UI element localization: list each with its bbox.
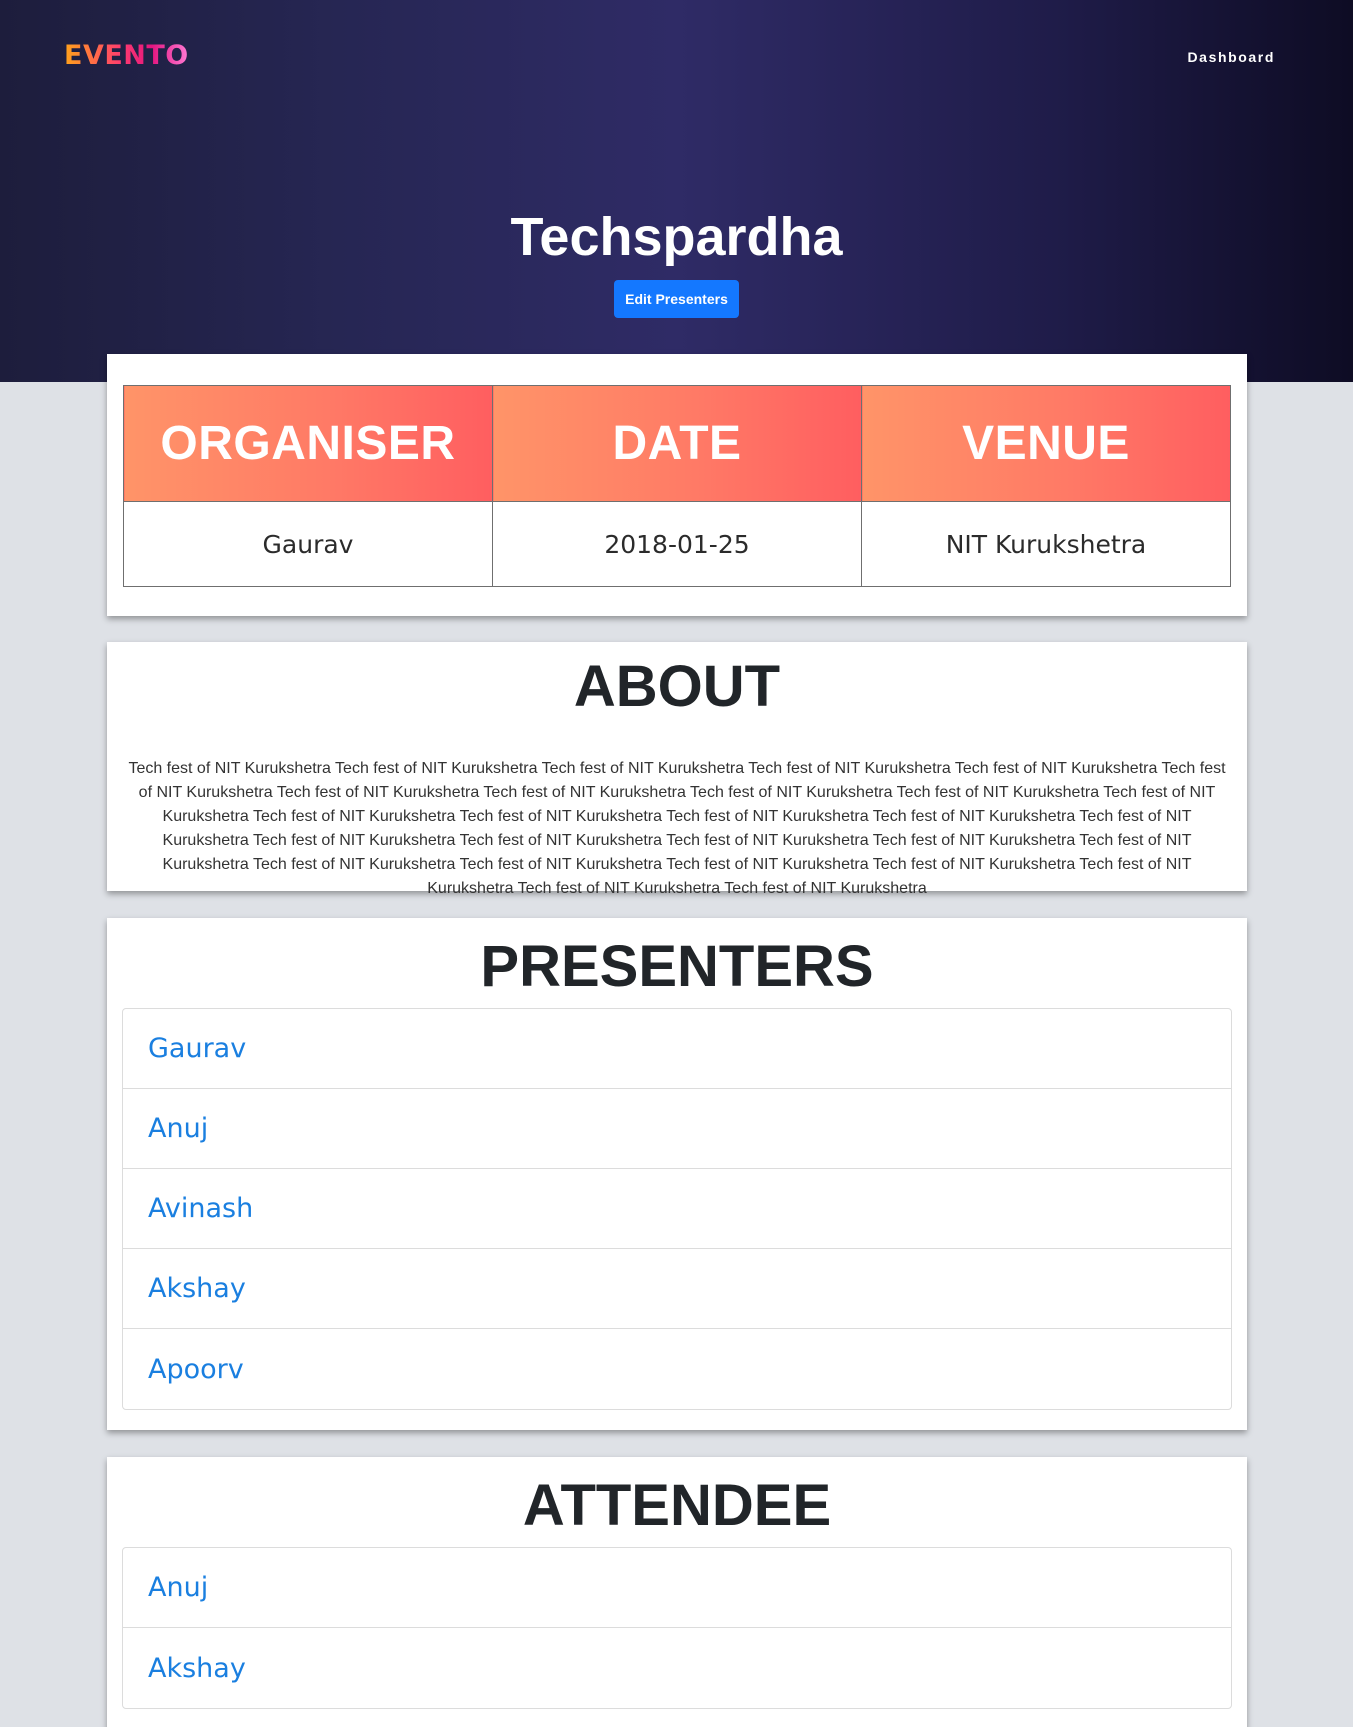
presenter-link[interactable]: Anuj xyxy=(148,1113,208,1144)
attendee-link[interactable]: Anuj xyxy=(148,1572,208,1603)
attendee-title: ATTENDEE xyxy=(522,1473,832,1538)
list-item: Anuj xyxy=(123,1548,1231,1628)
list-item: Akshay xyxy=(123,1628,1231,1708)
about-card: ABOUT Tech fest of NIT Kurukshetra Tech … xyxy=(107,642,1247,897)
hero-header: EVENTO Dashboard Techspardha Edit Presen… xyxy=(0,0,1353,382)
list-item: Akshay xyxy=(123,1249,1231,1329)
date-value: 2018-01-25 xyxy=(492,501,862,587)
list-item: Apoorv xyxy=(123,1329,1231,1409)
presenters-list: Gaurav Anuj Avinash Akshay Apoorv xyxy=(122,1008,1232,1410)
presenter-link[interactable]: Akshay xyxy=(148,1273,246,1304)
event-info-card: ORGANISER DATE VENUE Gaurav 2018-01-25 N… xyxy=(107,354,1247,616)
attendee-card: ATTENDEE Anuj Akshay xyxy=(107,1457,1247,1727)
organiser-header: ORGANISER xyxy=(123,385,493,502)
presenter-link[interactable]: Gaurav xyxy=(148,1033,246,1064)
presenter-link[interactable]: Avinash xyxy=(148,1193,253,1224)
about-title: ABOUT xyxy=(573,654,781,719)
venue-value: NIT Kurukshetra xyxy=(861,501,1231,587)
info-header-row: ORGANISER DATE VENUE xyxy=(123,385,1231,502)
presenters-title: PRESENTERS xyxy=(480,934,874,999)
venue-header: VENUE xyxy=(861,385,1231,502)
presenters-card: PRESENTERS Gaurav Anuj Avinash Akshay Ap… xyxy=(107,918,1247,1430)
list-item: Gaurav xyxy=(123,1009,1231,1089)
list-item: Avinash xyxy=(123,1169,1231,1249)
info-value-row: Gaurav 2018-01-25 NIT Kurukshetra xyxy=(123,501,1231,587)
evento-logo[interactable]: EVENTO xyxy=(64,40,189,71)
edit-presenters-button[interactable]: Edit Presenters xyxy=(614,280,739,318)
event-info-table: ORGANISER DATE VENUE Gaurav 2018-01-25 N… xyxy=(123,385,1231,587)
date-header: DATE xyxy=(492,385,862,502)
list-item: Anuj xyxy=(123,1089,1231,1169)
attendee-link[interactable]: Akshay xyxy=(148,1653,246,1684)
dashboard-link[interactable]: Dashboard xyxy=(1187,49,1275,65)
organiser-value: Gaurav xyxy=(123,501,493,587)
about-description: Tech fest of NIT Kurukshetra Tech fest o… xyxy=(128,760,1226,897)
presenter-link[interactable]: Apoorv xyxy=(148,1354,244,1385)
event-title: Techspardha xyxy=(510,207,843,267)
attendee-list: Anuj Akshay xyxy=(122,1547,1232,1709)
